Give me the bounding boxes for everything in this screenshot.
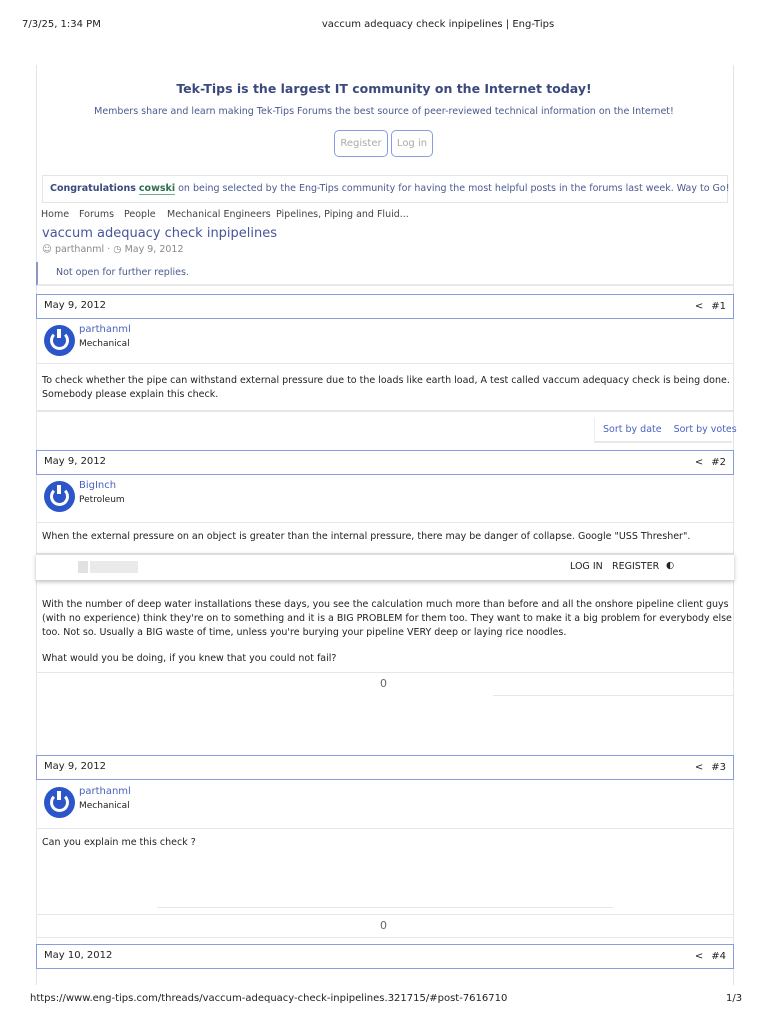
divider [36, 828, 734, 829]
share-icon[interactable]: < [695, 457, 703, 468]
banner-subtitle: Members share and learn making Tek-Tips … [94, 106, 674, 117]
post-header-4: May 10, 2012 < #4 [36, 944, 734, 969]
divider [36, 914, 734, 915]
post-number[interactable]: #3 [711, 762, 726, 773]
post-body: Can you explain me this check ? [42, 837, 196, 848]
avatar[interactable] [44, 481, 75, 512]
congrats-notice: Congratulations cowski on being selected… [42, 175, 730, 203]
avatar[interactable] [44, 787, 75, 818]
congrats-lead: Congratulations [50, 183, 136, 194]
breadcrumb-mechanical[interactable]: Mechanical Engineers [167, 209, 271, 220]
post-date[interactable]: May 10, 2012 [44, 950, 112, 963]
closed-notice: Not open for further replies. [36, 262, 734, 286]
post-username[interactable]: parthanml [79, 786, 131, 797]
post-date[interactable]: May 9, 2012 [44, 300, 106, 313]
divider [157, 907, 613, 908]
share-icon[interactable]: < [695, 951, 703, 962]
divider [36, 363, 734, 364]
thread-date: May 9, 2012 [124, 244, 184, 255]
post-body-continued: With the number of deep water installati… [42, 599, 732, 638]
share-icon[interactable]: < [695, 301, 703, 312]
banner-title: Tek-Tips is the largest IT community on … [176, 81, 592, 96]
print-title: vaccum adequacy check inpipelines | Eng-… [321, 19, 555, 30]
print-url: https://www.eng-tips.com/threads/vaccum-… [30, 993, 508, 1004]
sort-by-votes[interactable]: Sort by votes [674, 424, 737, 435]
post-header-2: May 9, 2012 < #2 [36, 450, 734, 475]
site-logo[interactable] [78, 561, 138, 573]
share-icon[interactable]: < [695, 762, 703, 773]
thread-meta: ☺ parthanml · ◷ May 9, 2012 [42, 244, 184, 255]
post-date[interactable]: May 9, 2012 [44, 456, 106, 469]
sticky-register[interactable]: REGISTER [612, 561, 659, 572]
post-user-title: Mechanical [79, 801, 130, 811]
sort-by-date[interactable]: Sort by date [603, 424, 662, 435]
register-button[interactable]: Register [334, 130, 388, 157]
breadcrumb-pipelines[interactable]: Pipelines, Piping and Fluid... [276, 209, 409, 220]
post-number[interactable]: #4 [711, 951, 726, 962]
breadcrumb-home[interactable]: Home [41, 209, 69, 220]
post-user-title: Mechanical [79, 339, 130, 349]
divider [493, 695, 734, 696]
breadcrumb-forums[interactable]: Forums [79, 209, 114, 220]
post-user-title: Petroleum [79, 495, 125, 505]
login-button[interactable]: Log in [391, 130, 433, 157]
divider [36, 410, 734, 412]
congrats-user-link[interactable]: cowski [138, 183, 176, 195]
post-body: When the external pressure on an object … [42, 531, 691, 542]
post-date[interactable]: May 9, 2012 [44, 761, 106, 774]
sticky-nav-bar: LOG IN REGISTER ◐ [36, 553, 734, 580]
breadcrumb-people[interactable]: People [124, 209, 156, 220]
print-page-number: 1/3 [726, 993, 743, 1004]
sticky-login[interactable]: LOG IN [570, 561, 603, 572]
post-body: To check whether the pipe can withstand … [42, 375, 730, 400]
clock-icon: ◷ [113, 244, 122, 255]
post-number[interactable]: #2 [711, 457, 726, 468]
post-number[interactable]: #1 [711, 301, 726, 312]
user-icon: ☺ [42, 244, 52, 255]
thread-author[interactable]: parthanml [55, 244, 104, 255]
congrats-text: on being selected by the Eng-Tips commun… [178, 183, 730, 194]
theme-toggle-icon[interactable]: ◐ [666, 560, 674, 571]
sort-controls: Sort by date Sort by votes [594, 418, 737, 443]
vote-count: 0 [380, 677, 387, 690]
avatar[interactable] [44, 325, 75, 356]
divider [36, 672, 734, 673]
thread-title: vaccum adequacy check inpipelines [42, 226, 278, 241]
divider [36, 522, 734, 523]
divider [36, 937, 734, 938]
post-header-1: May 9, 2012 < #1 [36, 294, 734, 319]
post-header-3: May 9, 2012 < #3 [36, 755, 734, 780]
post-username[interactable]: BigInch [79, 480, 116, 491]
vote-count: 0 [380, 919, 387, 932]
post-username[interactable]: parthanml [79, 324, 131, 335]
post-signature: What would you be doing, if you knew tha… [42, 653, 337, 664]
